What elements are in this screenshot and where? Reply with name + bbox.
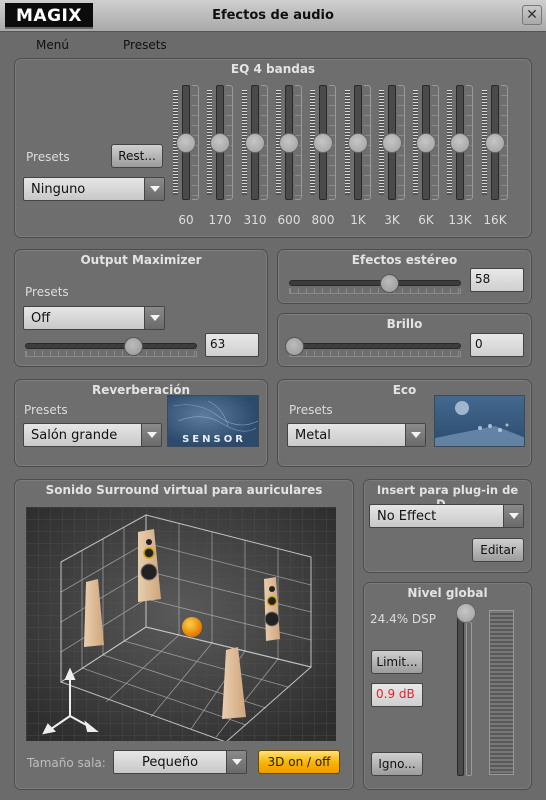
slider-ticks xyxy=(289,351,461,357)
eq-band-label: 60 xyxy=(178,213,194,227)
close-button[interactable]: ✕ xyxy=(522,5,542,25)
dsp-readout: 24.4% DSP xyxy=(370,612,437,626)
brillo-title: Brillo xyxy=(386,317,423,331)
eq-band-knob[interactable] xyxy=(450,132,470,153)
eq-preset-select[interactable]: Ninguno xyxy=(23,177,165,201)
stereo-title: Efectos estéreo xyxy=(351,253,458,267)
eq-band-knob[interactable] xyxy=(313,132,333,153)
eq-band-label: 800 xyxy=(311,213,335,227)
slider-track xyxy=(25,343,197,349)
global-level-slider-knob[interactable] xyxy=(456,603,476,623)
reverb-sensor-image[interactable]: SENSOR xyxy=(167,395,259,447)
global-level-title: Nivel global xyxy=(407,586,488,600)
level-db-readout: 0.9 dB xyxy=(371,683,423,707)
eq-band-label: 170 xyxy=(208,213,232,227)
eq-band-slider-3k[interactable] xyxy=(379,85,409,200)
menu-item-menu[interactable]: Menú xyxy=(36,38,69,52)
eco-preset-select[interactable]: Metal xyxy=(287,423,426,447)
slider-knob[interactable] xyxy=(379,274,399,293)
eq-band-slider-1k[interactable] xyxy=(345,85,375,200)
menu-bar: Menú Presets xyxy=(0,33,546,57)
reverb-presets-label: Presets xyxy=(24,403,68,417)
metal-graphic xyxy=(435,401,524,446)
global-level-meter xyxy=(489,610,514,775)
eco-preset-value: Metal xyxy=(295,428,331,443)
reverb-preset-select[interactable]: Salón grande xyxy=(23,423,162,447)
eq-title: EQ 4 bandas xyxy=(230,62,316,76)
room-graphic xyxy=(26,507,336,741)
eq-band-label: 13K xyxy=(448,213,472,227)
sensor-text: SENSOR xyxy=(182,434,246,445)
plugin-edit-button[interactable]: Editar xyxy=(472,538,524,562)
eq-band-knob[interactable] xyxy=(176,132,196,153)
menu-item-presets[interactable]: Presets xyxy=(123,38,167,52)
output-maximizer-value-field[interactable]: 63 xyxy=(205,333,259,357)
eco-metal-image[interactable] xyxy=(434,395,525,447)
eq-reset-button[interactable]: Rest... xyxy=(111,144,163,168)
eq-band-knob[interactable] xyxy=(279,132,299,153)
surround-title: Sonido Surround virtual para auriculares xyxy=(45,483,323,497)
3d-toggle-button[interactable]: 3D on / off xyxy=(258,750,340,774)
plugin-value: No Effect xyxy=(377,509,437,524)
eq-presets-label: Presets xyxy=(26,150,70,164)
eq-preset-value: Ninguno xyxy=(31,182,86,197)
chevron-down-icon[interactable] xyxy=(226,751,246,773)
eq-band-knob[interactable] xyxy=(348,132,368,153)
eq-band-slider-170[interactable] xyxy=(207,85,237,200)
eq-band-knob[interactable] xyxy=(210,132,230,153)
slider-track xyxy=(289,343,461,349)
room-size-select[interactable]: Pequeño xyxy=(113,750,247,774)
output-maximizer-title: Output Maximizer xyxy=(80,253,202,267)
eq-band-label: 310 xyxy=(243,213,267,227)
brillo-slider[interactable] xyxy=(285,337,461,359)
eq-band-label: 3K xyxy=(384,213,400,227)
slider-ticks xyxy=(289,288,461,294)
chevron-down-icon[interactable] xyxy=(141,424,161,446)
ignore-button[interactable]: Igno... xyxy=(371,752,423,776)
chevron-down-icon[interactable] xyxy=(144,178,164,200)
eq-band-slider-13k[interactable] xyxy=(447,85,477,200)
slider-ticks xyxy=(25,351,197,357)
eq-band-knob[interactable] xyxy=(382,132,402,153)
output-maximizer-slider[interactable] xyxy=(25,337,197,359)
eq-band-slider-600[interactable] xyxy=(276,85,306,200)
eq-band-label: 1K xyxy=(350,213,366,227)
reverb-preset-value: Salón grande xyxy=(31,428,118,443)
close-icon: ✕ xyxy=(526,7,538,23)
slider-track xyxy=(289,280,461,286)
slider-knob[interactable] xyxy=(285,337,304,356)
global-level-slider-track[interactable] xyxy=(457,612,464,776)
surround-room-view[interactable] xyxy=(26,507,336,741)
window-title: Efectos de audio xyxy=(212,8,334,23)
output-maximizer-preset-value: Off xyxy=(31,311,51,326)
chevron-down-icon[interactable] xyxy=(144,307,164,329)
chevron-down-icon[interactable] xyxy=(405,424,425,446)
stereo-value-field[interactable]: 58 xyxy=(470,268,524,292)
output-maximizer-presets-label: Presets xyxy=(25,285,69,299)
plugin-select[interactable]: No Effect xyxy=(369,504,524,528)
sensor-graphic: SENSOR xyxy=(172,400,258,445)
eq-band-label: 6K xyxy=(418,213,434,227)
eq-band-slider-800[interactable] xyxy=(310,85,340,200)
eq-band-slider-60[interactable] xyxy=(173,85,203,200)
eq-band-knob[interactable] xyxy=(245,132,265,153)
eco-presets-label: Presets xyxy=(289,403,333,417)
eq-band-slider-6k[interactable] xyxy=(413,85,443,200)
chevron-down-icon[interactable] xyxy=(503,505,523,527)
eq-band-slider-310[interactable] xyxy=(242,85,272,200)
global-level-scale xyxy=(466,622,472,776)
brillo-value-field[interactable]: 0 xyxy=(470,333,524,357)
eq-band-label: 600 xyxy=(277,213,301,227)
eq-band-label: 16K xyxy=(483,213,507,227)
eq-band-knob[interactable] xyxy=(416,132,436,153)
eq-band-knob[interactable] xyxy=(485,132,505,153)
listener-position-ball[interactable] xyxy=(182,617,202,637)
output-maximizer-preset-select[interactable]: Off xyxy=(23,306,165,330)
limit-button[interactable]: Limit... xyxy=(371,650,423,674)
stereo-slider[interactable] xyxy=(289,274,461,296)
room-size-value: Pequeño xyxy=(142,755,199,770)
title-bar: MAGIX Efectos de audio ✕ xyxy=(0,0,546,32)
eq-band-slider-16k[interactable] xyxy=(482,85,512,200)
room-size-label: Tamaño sala: xyxy=(27,756,106,770)
